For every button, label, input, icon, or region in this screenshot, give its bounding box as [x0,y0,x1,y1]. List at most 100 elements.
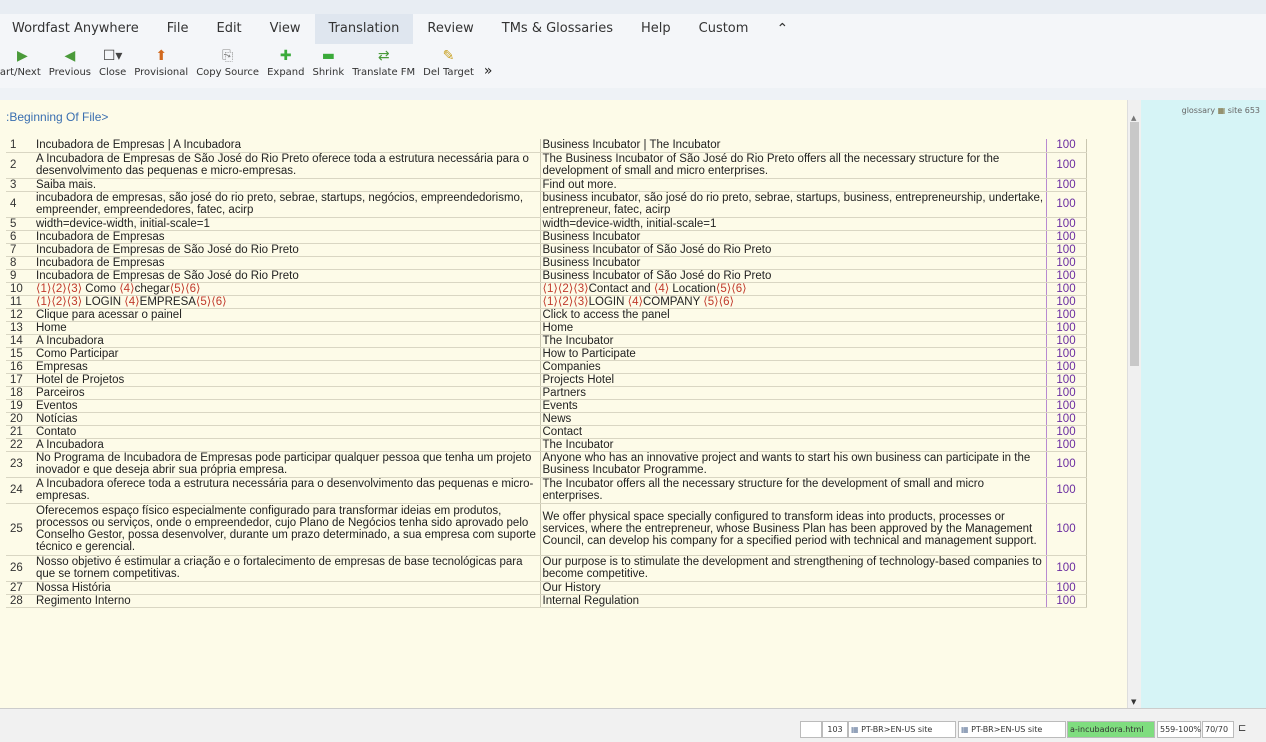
target-cell[interactable]: How to Participate [540,347,1047,361]
target-cell[interactable]: Internal Regulation [540,594,1047,608]
target-cell[interactable]: Business Incubator of São José do Rio Pr… [540,269,1047,283]
segment-row[interactable]: 3 Saiba mais. Find out more. 100 [6,178,1087,192]
source-cell[interactable]: Home [32,321,541,335]
target-cell[interactable]: The Incubator offers all the necessary s… [540,477,1047,504]
segment-row[interactable]: 20 Notícias News 100 [6,412,1087,426]
segment-row[interactable]: 17 Hotel de Projetos Projects Hotel 100 [6,373,1087,387]
target-cell[interactable]: The Incubator [540,438,1047,452]
source-cell[interactable]: No Programa de Incubadora de Empresas po… [32,451,541,478]
source-cell[interactable]: Notícias [32,412,541,426]
source-cell[interactable]: Incubadora de Empresas de São José do Ri… [32,269,541,283]
target-cell[interactable]: Business Incubator [540,256,1047,270]
close-segment-button[interactable]: ☐▾ Close [95,44,130,88]
segment-row[interactable]: 2A Incubadora de Empresas de São José do… [6,152,1087,179]
target-cell[interactable]: The Incubator [540,334,1047,348]
source-cell[interactable]: Incubadora de Empresas [32,230,541,244]
segment-row[interactable]: 5 width=device-width, initial-scale=1 widt… [6,217,1087,231]
segment-row[interactable]: 26 Nosso objetivo é estimular a criação e… [6,555,1087,582]
more-tools-icon[interactable]: » [478,44,499,88]
source-cell[interactable]: A Incubadora [32,438,541,452]
menu-custom[interactable]: Custom [685,14,763,44]
menu-view[interactable]: View [256,14,315,44]
segment-row[interactable]: 21 Contato Contact 100 [6,425,1087,439]
segment-row[interactable]: 24 A Incubadora oferece toda a estrutura … [6,477,1087,504]
copy-source-button[interactable]: ⎘ Copy Source [192,44,263,88]
provisional-button[interactable]: ⬆ Provisional [130,44,192,88]
menu-help[interactable]: Help [627,14,685,44]
target-cell[interactable]: The Business Incubator of São José do Ri… [540,152,1047,179]
target-cell[interactable]: Find out more. [540,178,1047,192]
source-cell[interactable]: A Incubadora de Empresas de São José do … [32,152,541,179]
segment-row[interactable]: 14 A Incubadora The Incubator 100 [6,334,1087,348]
expand-button[interactable]: ✚ Expand [263,44,308,88]
editor-scrollbar[interactable]: ▲ ▼ [1127,100,1141,708]
target-cell[interactable]: We offer physical space specially config… [540,503,1047,556]
target-cell[interactable]: ⟨1⟩⟨2⟩⟨3⟩LOGIN ⟨4⟩COMPANY ⟨5⟩⟨6⟩ [540,295,1047,309]
scroll-down-arrow-icon[interactable]: ▼ [1131,698,1136,706]
segment-row[interactable]: 12 Clique para acessar o painel Click to a… [6,308,1087,322]
segment-row[interactable]: 19 Eventos Events 100 [6,399,1087,413]
segment-row[interactable]: 10 ⟨1⟩⟨2⟩⟨3⟩ Como ⟨4⟩chegar⟨5⟩⟨6⟩ ⟨1⟩⟨2⟩⟨3… [6,282,1087,296]
segment-row[interactable]: 15 Como Participar How to Participate 100 [6,347,1087,361]
menu-review[interactable]: Review [413,14,487,44]
source-cell[interactable]: Contato [32,425,541,439]
source-cell[interactable]: ⟨1⟩⟨2⟩⟨3⟩ Como ⟨4⟩chegar⟨5⟩⟨6⟩ [32,282,541,296]
current-file-name[interactable]: a-incubadora.html [1067,721,1155,738]
target-cell[interactable]: width=device-width, initial-scale=1 [540,217,1047,231]
segment-row[interactable]: 25 Oferecemos espaço físico especialmente… [6,503,1087,556]
source-cell[interactable]: Clique para acessar o painel [32,308,541,322]
panel-toggle-icon[interactable]: ⊏ [1236,721,1266,738]
tm-selector-2[interactable]: ▦ PT-BR>EN-US site [958,721,1066,738]
translate-fm-button[interactable]: ⇄ Translate FM [348,44,419,88]
segment-row[interactable]: 28 Regimento Interno Internal Regulation 10… [6,594,1087,608]
segment-row[interactable]: 7 Incubadora de Empresas de São José do R… [6,243,1087,257]
source-cell[interactable]: Incubadora de Empresas de São José do Ri… [32,243,541,257]
segment-row[interactable]: 16 Empresas Companies 100 [6,360,1087,374]
source-cell[interactable]: Como Participar [32,347,541,361]
tm-selector-1[interactable]: ▦ PT-BR>EN-US site [848,721,956,738]
source-cell[interactable]: Incubadora de Empresas [32,256,541,270]
target-cell[interactable]: News [540,412,1047,426]
scroll-up-arrow-icon[interactable]: ▲ [1131,114,1136,122]
target-cell[interactable]: business incubator, são josé do rio pret… [540,191,1047,218]
shrink-button[interactable]: ▬ Shrink [308,44,348,88]
target-cell[interactable]: Our purpose is to stimulate the developm… [540,555,1047,582]
target-cell[interactable]: Anyone who has an innovative project and… [540,451,1047,478]
source-cell[interactable]: Incubadora de Empresas | A Incubadora [32,139,541,153]
menu-translation[interactable]: Translation [314,14,414,44]
scrollbar-thumb[interactable] [1130,122,1139,366]
source-cell[interactable]: Saiba mais. [32,178,541,192]
target-cell[interactable]: Partners [540,386,1047,400]
target-cell[interactable]: Projects Hotel [540,373,1047,387]
menu-file[interactable]: File [153,14,203,44]
target-cell[interactable]: Click to access the panel [540,308,1047,322]
segment-editor[interactable]: :Beginning Of File> 1 Incubadora de Empre… [0,100,1127,708]
source-cell[interactable]: Nossa História [32,581,541,595]
source-cell[interactable]: Oferecemos espaço físico especialmente c… [32,503,541,556]
menu-wordfast-anywhere[interactable]: Wordfast Anywhere [0,14,153,44]
segment-row[interactable]: 1 Incubadora de Empresas | A Incubadora Bu… [6,139,1087,153]
segment-row[interactable]: 4 incubadora de empresas, são josé do rio… [6,191,1087,218]
menu-edit[interactable]: Edit [202,14,255,44]
target-cell[interactable]: ⟨1⟩⟨2⟩⟨3⟩Contact and ⟨4⟩ Location⟨5⟩⟨6⟩ [540,282,1047,296]
target-cell[interactable]: Business Incubator | The Incubator [540,139,1047,153]
source-cell[interactable]: Regimento Interno [32,594,541,608]
segment-row[interactable]: 11 ⟨1⟩⟨2⟩⟨3⟩ LOGIN ⟨4⟩EMPRESA⟨5⟩⟨6⟩ ⟨1⟩⟨2⟩… [6,295,1087,309]
target-cell[interactable]: Contact [540,425,1047,439]
target-cell[interactable]: Business Incubator [540,230,1047,244]
start-next-button[interactable]: ▶ tart/Next [0,44,45,88]
menu-tms-glossaries[interactable]: TMs & Glossaries [488,14,627,44]
target-cell[interactable]: Our History [540,581,1047,595]
source-cell[interactable]: A Incubadora oferece toda a estrutura ne… [32,477,541,504]
segment-row[interactable]: 13 Home Home 100 [6,321,1087,335]
target-cell[interactable]: Companies [540,360,1047,374]
del-target-button[interactable]: ✎ Del Target [419,44,478,88]
segment-row[interactable]: 6 Incubadora de Empresas Business Incubato… [6,230,1087,244]
source-cell[interactable]: Parceiros [32,386,541,400]
segment-row[interactable]: 22 A Incubadora The Incubator 100 [6,438,1087,452]
source-cell[interactable]: Nosso objetivo é estimular a criação e o… [32,555,541,582]
source-cell[interactable]: Hotel de Projetos [32,373,541,387]
source-cell[interactable]: ⟨1⟩⟨2⟩⟨3⟩ LOGIN ⟨4⟩EMPRESA⟨5⟩⟨6⟩ [32,295,541,309]
source-cell[interactable]: incubadora de empresas, são josé do rio … [32,191,541,218]
target-cell[interactable]: Business Incubator of São José do Rio Pr… [540,243,1047,257]
